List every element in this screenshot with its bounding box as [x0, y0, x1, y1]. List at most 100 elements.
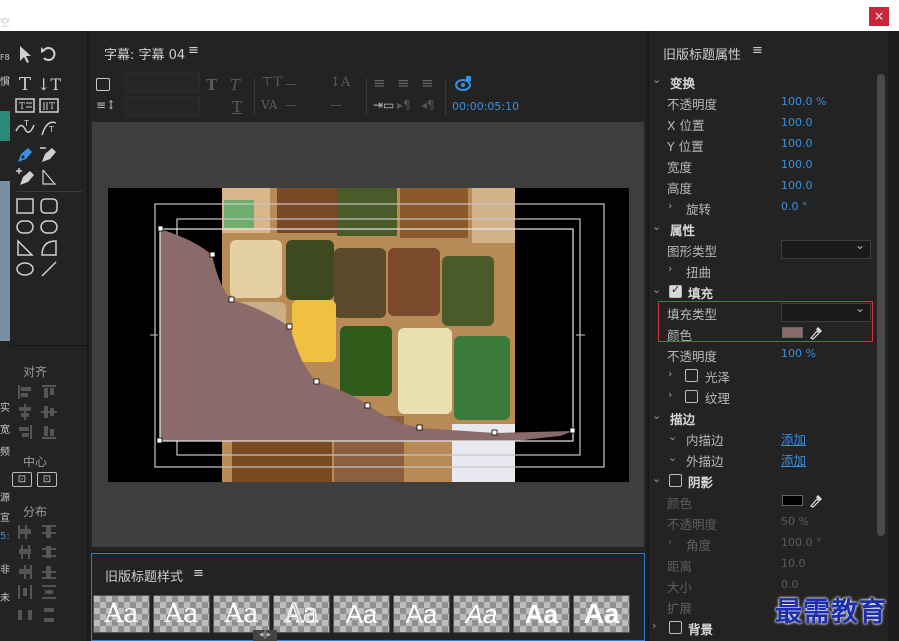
chevron-down-icon[interactable]: ⌄ — [652, 220, 661, 233]
show-background-video-icon[interactable] — [454, 75, 472, 93]
distribute-right-icon[interactable] — [16, 563, 34, 581]
style-swatch[interactable]: Aa — [513, 595, 570, 633]
style-swatch[interactable]: Aa — [573, 595, 630, 633]
align-vcenter-icon[interactable] — [40, 403, 58, 421]
chevron-right-icon[interactable]: › — [668, 199, 672, 212]
tab-stops-icon[interactable]: ⇥▭ — [373, 98, 394, 112]
line-tool-icon[interactable] — [38, 258, 60, 280]
chevron-down-icon[interactable]: ⌄ — [652, 472, 661, 485]
y-position-value[interactable]: 100.0 — [781, 137, 813, 150]
shadow-color-swatch[interactable] — [782, 495, 803, 506]
align-right-icon[interactable] — [16, 423, 34, 441]
style-swatch[interactable]: Aa — [93, 595, 150, 633]
fill-section[interactable]: ⌄ 填充 — [648, 281, 888, 302]
distribute-spacing-h-icon[interactable] — [16, 606, 34, 624]
distribute-horizontal-even-icon[interactable] — [16, 583, 34, 601]
font-size-icon[interactable]: ⊤T — [261, 75, 282, 90]
type-tool-icon[interactable]: T — [14, 73, 36, 95]
background-video-toggle-icon[interactable] — [96, 78, 110, 91]
transform-section[interactable]: ⌄ 变换 — [648, 71, 888, 92]
width-value[interactable]: 100.0 — [781, 158, 813, 171]
rounded-corner-tool-icon[interactable] — [38, 216, 60, 238]
align-left-text-icon[interactable]: ≡ — [373, 74, 386, 92]
chevron-right-icon[interactable]: › — [668, 262, 672, 275]
convert-anchor-tool-icon[interactable] — [38, 166, 60, 188]
leading-icon[interactable]: ↕A — [330, 75, 350, 90]
distribute-spacing-v-icon[interactable] — [40, 606, 58, 624]
distribute-vertical-even-icon[interactable] — [40, 583, 58, 601]
shadow-angle-value[interactable]: 100.0 ° — [781, 536, 822, 549]
title-tab[interactable]: 字幕: 字幕 04 — [104, 44, 185, 63]
style-swatch[interactable]: Aa — [213, 595, 270, 633]
ellipse-tool-icon[interactable] — [14, 258, 36, 280]
panel-resize-handle[interactable]: ◂|▸ — [253, 630, 277, 641]
fill-checkbox[interactable] — [669, 283, 682, 298]
sheen-checkbox[interactable] — [685, 369, 698, 382]
add-outer-stroke-link[interactable]: 添加 — [781, 450, 806, 469]
style-swatch[interactable]: Aa — [393, 595, 450, 633]
delete-anchor-tool-icon[interactable] — [38, 144, 60, 166]
distribute-left-icon[interactable] — [16, 523, 34, 541]
vertical-area-type-tool-icon[interactable]: T — [38, 94, 60, 116]
close-button[interactable]: × — [869, 7, 889, 26]
underline-icon[interactable]: T — [232, 98, 242, 116]
kerning-value[interactable]: — — [285, 98, 297, 112]
chevron-down-icon[interactable]: ⌄ — [668, 451, 677, 464]
shadow-opacity-value[interactable]: 50 % — [781, 515, 809, 528]
style-swatch[interactable]: Aa — [273, 595, 330, 633]
shadow-distance-value[interactable]: 10.0 — [781, 557, 806, 570]
chevron-down-icon[interactable]: ⌄ — [668, 430, 677, 443]
italic-icon[interactable]: T — [230, 76, 240, 94]
chevron-down-icon[interactable]: ⌄ — [652, 283, 661, 296]
rotation-value[interactable]: 0.0 ° — [781, 200, 808, 213]
chevron-down-icon[interactable]: ⌄ — [652, 73, 661, 86]
style-swatch[interactable]: Aa — [153, 595, 210, 633]
shape-type-dropdown[interactable] — [781, 238, 871, 259]
stroke-section[interactable]: ⌄ 描边 — [648, 407, 888, 428]
eyedropper-icon[interactable] — [809, 493, 823, 508]
font-family-dropdown[interactable] — [125, 72, 200, 93]
chevron-right-icon[interactable]: › — [668, 367, 672, 380]
title-panel-menu-icon[interactable]: ≡ — [188, 43, 199, 58]
font-style-dropdown[interactable] — [125, 96, 200, 117]
add-anchor-tool-icon[interactable] — [14, 166, 36, 188]
properties-section[interactable]: ⌄ 属性 — [648, 218, 888, 239]
shadow-checkbox[interactable] — [669, 474, 682, 487]
align-right-text-icon[interactable]: ≡ — [421, 74, 434, 92]
distribute-bottom-icon[interactable] — [40, 563, 58, 581]
styles-panel-menu-icon[interactable]: ≡ — [193, 566, 204, 581]
rounded-rect-tool-icon[interactable] — [38, 195, 60, 217]
leading-value[interactable]: — — [330, 98, 342, 112]
shadow-section[interactable]: ⌄ 阴影 — [648, 470, 888, 491]
chevron-right-icon[interactable]: › — [668, 535, 672, 548]
font-size-value[interactable]: — — [285, 77, 297, 91]
distribute-top-icon[interactable] — [40, 523, 58, 541]
add-inner-stroke-link[interactable]: 添加 — [781, 429, 806, 448]
style-swatch[interactable]: Aa — [333, 595, 390, 633]
rectangle-tool-icon[interactable] — [14, 195, 36, 217]
arc-tool-icon[interactable] — [38, 237, 60, 259]
distribute-hcenter-icon[interactable] — [16, 543, 34, 561]
align-top-icon[interactable] — [40, 383, 58, 401]
center-vertical-icon[interactable]: ⊡ — [37, 472, 57, 487]
wedge-tool-icon[interactable] — [14, 237, 36, 259]
properties-panel-menu-icon[interactable]: ≡ — [752, 43, 763, 58]
align-center-text-icon[interactable]: ≡ — [397, 74, 410, 92]
height-value[interactable]: 100.0 — [781, 179, 813, 192]
area-type-tool-icon[interactable]: T — [14, 94, 36, 116]
timecode[interactable]: 00:00:05:10 — [452, 100, 519, 113]
distribute-vcenter-icon[interactable] — [40, 543, 58, 561]
vertical-path-type-tool-icon[interactable]: T — [38, 116, 60, 138]
texture-checkbox[interactable] — [685, 390, 698, 403]
background-checkbox[interactable] — [669, 621, 682, 634]
chevron-down-icon[interactable]: ⌄ — [652, 409, 661, 422]
bold-icon[interactable]: T — [206, 76, 217, 94]
opacity-value[interactable]: 100.0 % — [781, 95, 826, 108]
x-position-value[interactable]: 100.0 — [781, 116, 813, 129]
kerning-icon[interactable]: VA — [261, 98, 278, 112]
tab-left-icon[interactable]: ▸¶ — [397, 98, 411, 112]
baseline-icon[interactable]: ≡↕ — [96, 98, 116, 112]
pen-tool-icon[interactable] — [14, 144, 36, 166]
clipped-corner-tool-icon[interactable] — [14, 216, 36, 238]
selection-tool-icon[interactable] — [14, 43, 36, 65]
